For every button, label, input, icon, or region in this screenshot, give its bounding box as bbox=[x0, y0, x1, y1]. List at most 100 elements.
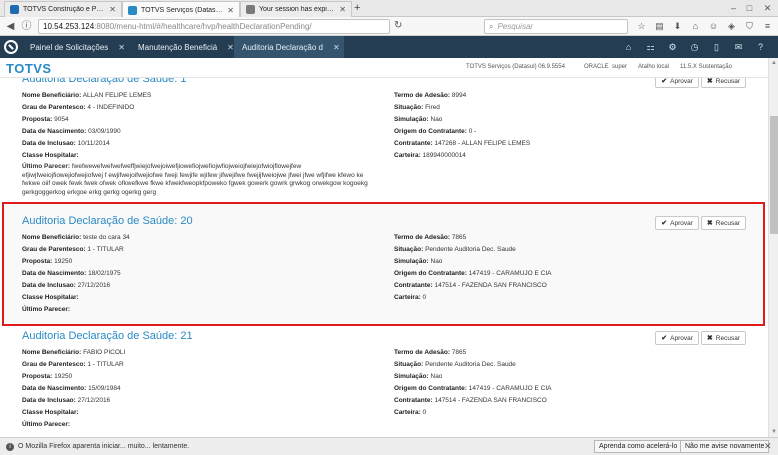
field-parecer: Último Parecer: fwefwewefwefwefweffjwiej… bbox=[22, 163, 372, 197]
close-notification-icon[interactable]: ✕ bbox=[764, 441, 772, 452]
field-label: Origem do Contratante: bbox=[394, 385, 467, 392]
field-nome: Nome Beneficiário: FABIO PICOLI bbox=[22, 349, 125, 356]
browser-tab-title: TOTVS Construção e Proje... bbox=[23, 6, 106, 13]
chat-icon[interactable]: ☺ bbox=[708, 21, 719, 32]
browser-tab-totvs-construcao[interactable]: TOTVS Construção e Proje... ✕ bbox=[4, 1, 122, 17]
close-tab-icon[interactable]: ✕ bbox=[339, 5, 346, 14]
field-value: 27/12/2016 bbox=[77, 282, 111, 289]
field-label: Termo de Adesão: bbox=[394, 234, 450, 241]
scroll-up-icon[interactable]: ▲ bbox=[769, 58, 778, 68]
scrollbar-thumb[interactable] bbox=[770, 116, 778, 234]
field-label: Nome Beneficiário: bbox=[22, 234, 82, 241]
clock-icon[interactable]: ◷ bbox=[689, 42, 700, 53]
approve-button[interactable]: ✔ Aprovar bbox=[655, 78, 699, 88]
approve-button[interactable]: ✔ Aprovar bbox=[655, 331, 699, 345]
home-icon[interactable]: ⌂ bbox=[623, 42, 634, 53]
document-icon[interactable]: ▯ bbox=[711, 42, 722, 53]
url-bar[interactable]: 10.54.253.124:8080/menu-html/#/healthcar… bbox=[38, 19, 390, 34]
sitemap-icon[interactable]: ⚏ bbox=[645, 42, 656, 53]
back-icon[interactable]: ◀ bbox=[4, 20, 17, 33]
info-icon[interactable]: ⓘ bbox=[20, 20, 33, 33]
app-logo-icon[interactable] bbox=[4, 40, 18, 54]
scroll-down-icon[interactable]: ▼ bbox=[769, 427, 778, 437]
dont-show-again-button[interactable]: Não me avise novamente bbox=[680, 440, 770, 453]
browser-tab-strip: TOTVS Construção e Proje... ✕ TOTVS Serv… bbox=[0, 0, 778, 18]
star-icon[interactable]: ☆ bbox=[636, 21, 647, 32]
field-label: Classe Hospitalar: bbox=[22, 409, 79, 416]
close-tab-icon[interactable]: ✕ bbox=[109, 5, 116, 14]
maximize-icon[interactable]: □ bbox=[744, 3, 755, 14]
version-info: 11.5.X Sustentação bbox=[680, 64, 732, 70]
close-window-icon[interactable]: ✕ bbox=[762, 3, 773, 14]
close-tab-icon[interactable]: ✕ bbox=[227, 6, 234, 15]
close-tab-icon[interactable]: ✕ bbox=[227, 43, 234, 52]
reject-label: Recusar bbox=[715, 78, 740, 85]
pocket-icon[interactable]: ◈ bbox=[726, 21, 737, 32]
app-tab-auditoria[interactable]: Auditoria Declaração d ✕ bbox=[234, 36, 344, 58]
home-icon[interactable]: ⌂ bbox=[690, 21, 701, 32]
search-icon: ⌕ bbox=[489, 21, 494, 31]
field-label: Origem do Contratante: bbox=[394, 128, 467, 135]
browser-tab-totvs-servicos[interactable]: TOTVS Serviços (Datasul) ... ✕ bbox=[122, 1, 240, 18]
times-icon: ✖ bbox=[706, 220, 713, 227]
app-tab-manutencao[interactable]: Manutenção Beneficiá ✕ bbox=[130, 36, 234, 58]
close-tab-icon[interactable]: ✕ bbox=[118, 43, 125, 52]
vertical-scrollbar[interactable]: ▲ ▼ bbox=[768, 58, 778, 437]
field-label: Carteira: bbox=[394, 294, 421, 301]
field-label: Contratante: bbox=[394, 282, 433, 289]
times-icon: ✖ bbox=[706, 78, 713, 85]
audit-card-21: Auditoria Declaração de Saúde: 21 ✔ Aprov… bbox=[22, 329, 752, 437]
field-value: 1 - TITULAR bbox=[87, 246, 124, 253]
approve-button[interactable]: ✔ Aprovar bbox=[655, 216, 699, 230]
reading-list-icon[interactable]: ▤ bbox=[654, 21, 665, 32]
browser-tab-session-expired[interactable]: Your session has expired. ✕ bbox=[240, 1, 352, 17]
field-value: 27/12/2016 bbox=[77, 397, 111, 404]
reject-button[interactable]: ✖ Recusar bbox=[700, 216, 746, 230]
reject-label: Recusar bbox=[715, 219, 740, 227]
field-value: 0 - bbox=[468, 128, 477, 135]
field-label: Situação: bbox=[394, 246, 424, 253]
learn-more-label: Aprenda como acelerá-lo bbox=[599, 443, 678, 450]
check-icon: ✔ bbox=[661, 78, 668, 85]
field-value: 147514 - FAZENDA SAN FRANCISCO bbox=[434, 282, 547, 289]
field-value: Nao bbox=[430, 116, 443, 123]
app-tab-label: Manutenção Beneficiá bbox=[138, 42, 218, 52]
field-value: 4 - INDEFINIDO bbox=[87, 104, 135, 111]
learn-more-button[interactable]: Aprenda como acelerá-lo bbox=[594, 440, 683, 453]
field-proposta: Proposta: 9054 bbox=[22, 116, 69, 123]
menu-icon[interactable]: ≡ bbox=[762, 21, 773, 32]
field-value: Pendente Auditoria Dec. Saude bbox=[425, 246, 516, 253]
refresh-icon[interactable]: ↻ bbox=[394, 20, 402, 31]
search-input[interactable]: ⌕ Pesquisar bbox=[484, 19, 628, 34]
minimize-icon[interactable]: – bbox=[728, 3, 739, 14]
field-value: 0 bbox=[422, 294, 427, 301]
app-tab-painel[interactable]: Painel de Solicitações ✕ bbox=[22, 36, 130, 58]
field-label: Situação: bbox=[394, 361, 424, 368]
reject-button[interactable]: ✖ Recusar bbox=[700, 331, 746, 345]
card-actions: ✔ Aprovar ✖ Recusar bbox=[655, 216, 746, 230]
field-situacao: Situação: Pendente Auditoria Dec. Saude bbox=[394, 361, 516, 368]
field-label: Classe Hospitalar: bbox=[22, 152, 79, 159]
field-nome: Nome Beneficiário: ALLAN FELIPE LEMES bbox=[22, 92, 151, 99]
new-tab-icon[interactable]: + bbox=[354, 2, 360, 14]
mail-icon[interactable]: ✉ bbox=[733, 42, 744, 53]
field-contratante: Contratante: 147268 - ALLAN FELIPE LEMES bbox=[394, 140, 530, 147]
page-favicon-icon bbox=[246, 5, 255, 14]
field-termo: Termo de Adesão: 8994 bbox=[394, 92, 466, 99]
reject-label: Recusar bbox=[715, 334, 740, 342]
url-path: :8080/menu-html/#/healthcare/hvp/healthD… bbox=[94, 22, 312, 31]
field-value: Fired bbox=[425, 104, 440, 111]
field-value: Nao bbox=[430, 373, 443, 380]
gear-icon[interactable]: ⚙ bbox=[667, 42, 678, 53]
field-value: 19250 bbox=[54, 373, 73, 380]
download-icon[interactable]: ⬇ bbox=[672, 21, 683, 32]
reject-button[interactable]: ✖ Recusar bbox=[700, 78, 746, 88]
field-label: Data de Nascimento: bbox=[22, 385, 87, 392]
field-value: 15/09/1984 bbox=[88, 385, 121, 392]
help-icon[interactable]: ? bbox=[755, 42, 766, 53]
user-info[interactable]: super bbox=[612, 64, 627, 70]
field-value: 147419 - CARAMUJO E CIA bbox=[468, 385, 552, 392]
shield-icon[interactable]: ⛉ bbox=[744, 21, 755, 32]
field-inclusao: Data de Inclusao: 27/12/2016 bbox=[22, 397, 110, 404]
close-tab-icon[interactable]: ✕ bbox=[333, 43, 340, 52]
